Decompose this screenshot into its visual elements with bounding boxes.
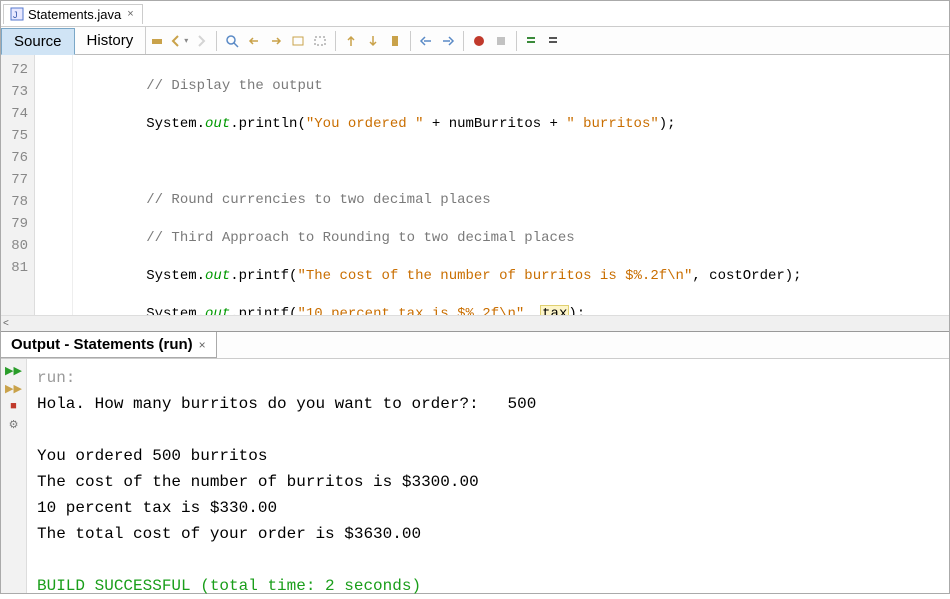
line-number: 79 [5,213,28,235]
stop-icon[interactable]: ■ [6,399,22,413]
separator [216,31,217,51]
output-line: Hola. How many burritos do you want to o… [37,395,536,413]
output-panel: ▶▶ ▶▶ ■ ⚙ run: Hola. How many burritos d… [1,359,949,593]
shift-right-icon[interactable] [438,31,458,51]
separator [516,31,517,51]
file-tab-label: Statements.java [28,7,121,22]
separator [410,31,411,51]
start-macro-icon[interactable] [469,31,489,51]
rerun-icon[interactable]: ▶▶ [6,363,22,377]
output-tab[interactable]: Output - Statements (run) × [1,332,217,358]
find-prev-icon[interactable] [244,31,264,51]
uncomment-icon[interactable] [544,31,564,51]
output-gutter: ▶▶ ▶▶ ■ ⚙ [1,359,27,593]
code-area[interactable]: // Display the output System.out.println… [73,55,949,315]
toggle-rect-select-icon[interactable] [310,31,330,51]
line-number-gutter: 72 73 74 75 76 77 78 79 80 81 [1,55,35,315]
code-editor[interactable]: 72 73 74 75 76 77 78 79 80 81 // Display… [1,55,949,315]
separator [463,31,464,51]
rerun-alt-icon[interactable]: ▶▶ [6,381,22,395]
separator [335,31,336,51]
horizontal-scrollbar[interactable]: < [1,315,949,331]
output-line: You ordered 500 burritos [37,447,267,465]
find-selection-icon[interactable] [222,31,242,51]
line-number: 81 [5,257,28,279]
output-console[interactable]: run: Hola. How many burritos do you want… [27,359,949,593]
close-icon[interactable]: × [199,338,206,352]
tab-source[interactable]: Source [1,28,75,55]
tab-history[interactable]: History [75,27,147,54]
close-icon[interactable]: × [125,8,135,20]
find-next-icon[interactable] [266,31,286,51]
output-title-label: Output - Statements (run) [11,336,193,353]
fold-gutter [35,55,73,315]
output-line: run: [37,369,75,387]
code-comment: // Third Approach to Rounding to two dec… [146,230,574,246]
back-icon[interactable]: ▾ [169,31,189,51]
java-file-icon: J [10,7,24,21]
forward-icon[interactable] [191,31,211,51]
line-number: 77 [5,169,28,191]
highlighted-symbol: tax [540,305,569,315]
line-number: 80 [5,235,28,257]
line-number: 74 [5,103,28,125]
settings-icon[interactable]: ⚙ [6,417,22,431]
line-number: 75 [5,125,28,147]
stop-macro-icon[interactable] [491,31,511,51]
last-edit-icon[interactable] [147,31,167,51]
toggle-bookmark-icon[interactable] [385,31,405,51]
line-number: 76 [5,147,28,169]
comment-icon[interactable] [522,31,542,51]
shift-left-icon[interactable] [416,31,436,51]
output-line: The cost of the number of burritos is $3… [37,473,479,491]
line-number: 72 [5,59,28,81]
line-number: 73 [5,81,28,103]
file-tab-statements[interactable]: J Statements.java × [3,4,143,24]
line-number: 78 [5,191,28,213]
code-comment: // Display the output [146,78,322,94]
output-title-bar: Output - Statements (run) × [1,331,949,359]
output-build-status: BUILD SUCCESSFUL (total time: 2 seconds) [37,577,421,595]
next-bookmark-icon[interactable] [363,31,383,51]
editor-toolbar: Source History ▾ [1,27,949,55]
output-line: 10 percent tax is $330.00 [37,499,277,517]
prev-bookmark-icon[interactable] [341,31,361,51]
output-line: The total cost of your order is $3630.00 [37,525,421,543]
svg-text:J: J [13,10,18,20]
code-comment: // Round currencies to two decimal place… [146,192,490,208]
file-tab-bar: J Statements.java × [1,1,949,27]
toggle-highlight-icon[interactable] [288,31,308,51]
scroll-left-icon[interactable]: < [3,318,9,329]
